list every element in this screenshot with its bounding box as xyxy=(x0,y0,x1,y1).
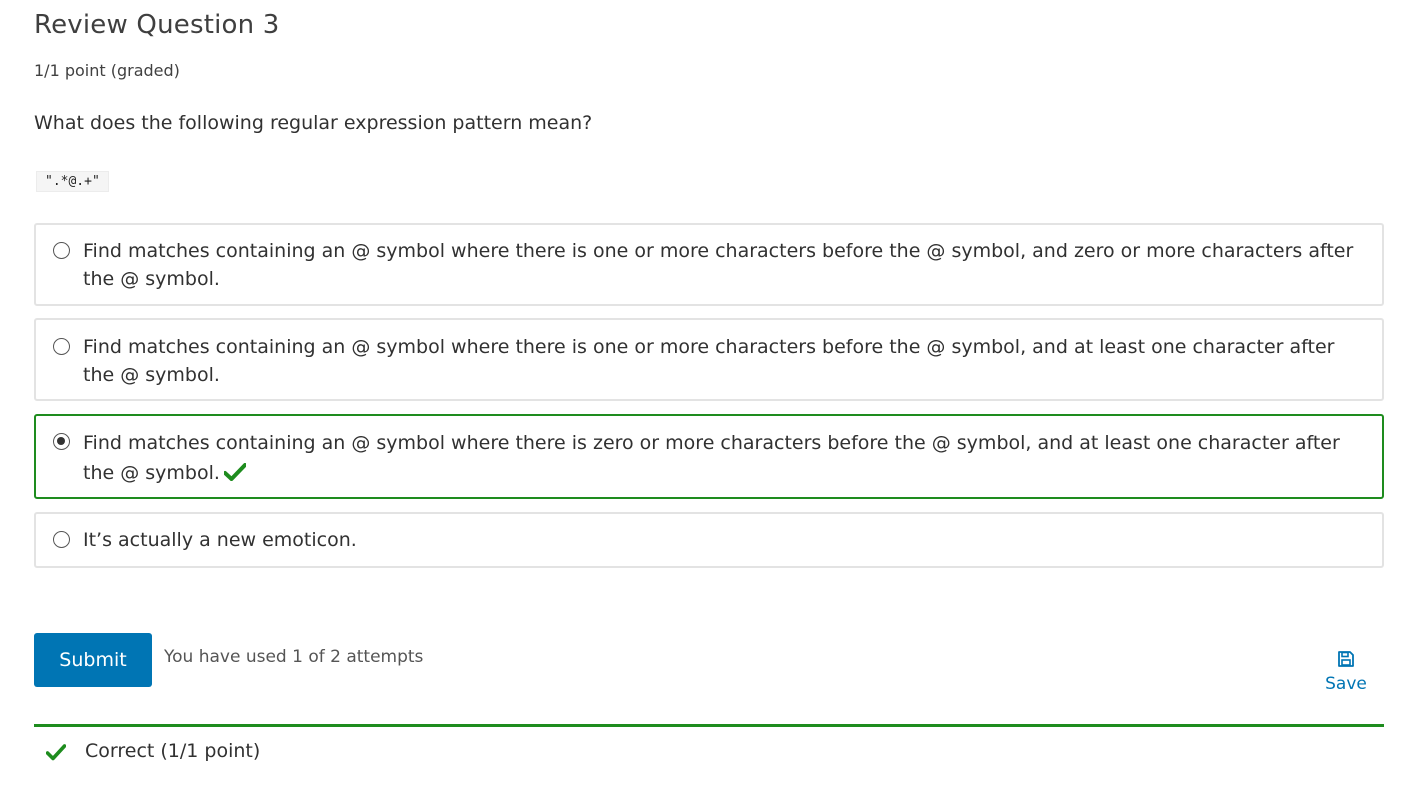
choice-label-4: It’s actually a new emoticon. xyxy=(83,529,357,551)
radio-button-3[interactable] xyxy=(53,433,70,450)
radio-button-4[interactable] xyxy=(53,531,70,548)
submit-button[interactable]: Submit xyxy=(34,633,152,687)
problem-title: Review Question 3 xyxy=(34,10,280,40)
result-divider xyxy=(34,724,1384,727)
checkmark-icon xyxy=(222,460,247,490)
checkmark-icon xyxy=(45,744,67,765)
choice-option-1[interactable]: Find matches containing an @ symbol wher… xyxy=(34,223,1384,306)
choice-label-3: Find matches containing an @ symbol wher… xyxy=(83,432,1340,484)
regex-code: ".*@.+" xyxy=(36,171,109,192)
problem-points: 1/1 point (graded) xyxy=(34,61,180,80)
question-text: What does the following regular expressi… xyxy=(34,112,593,134)
save-label: Save xyxy=(1325,674,1367,694)
choice-label-1: Find matches containing an @ symbol wher… xyxy=(83,240,1354,290)
save-button[interactable]: Save xyxy=(1320,650,1372,694)
result-text: Correct (1/1 point) xyxy=(85,740,261,762)
choice-label-3-wrap: Find matches containing an @ symbol wher… xyxy=(83,428,1364,490)
choice-option-4[interactable]: It’s actually a new emoticon. xyxy=(34,512,1384,568)
radio-button-2[interactable] xyxy=(53,338,70,355)
choice-option-3[interactable]: Find matches containing an @ symbol wher… xyxy=(34,414,1384,499)
choice-option-2[interactable]: Find matches containing an @ symbol wher… xyxy=(34,318,1384,401)
floppy-disk-icon xyxy=(1337,651,1355,672)
choice-label-2: Find matches containing an @ symbol wher… xyxy=(83,336,1335,386)
radio-button-1[interactable] xyxy=(53,242,70,259)
attempts-text: You have used 1 of 2 attempts xyxy=(164,647,424,667)
